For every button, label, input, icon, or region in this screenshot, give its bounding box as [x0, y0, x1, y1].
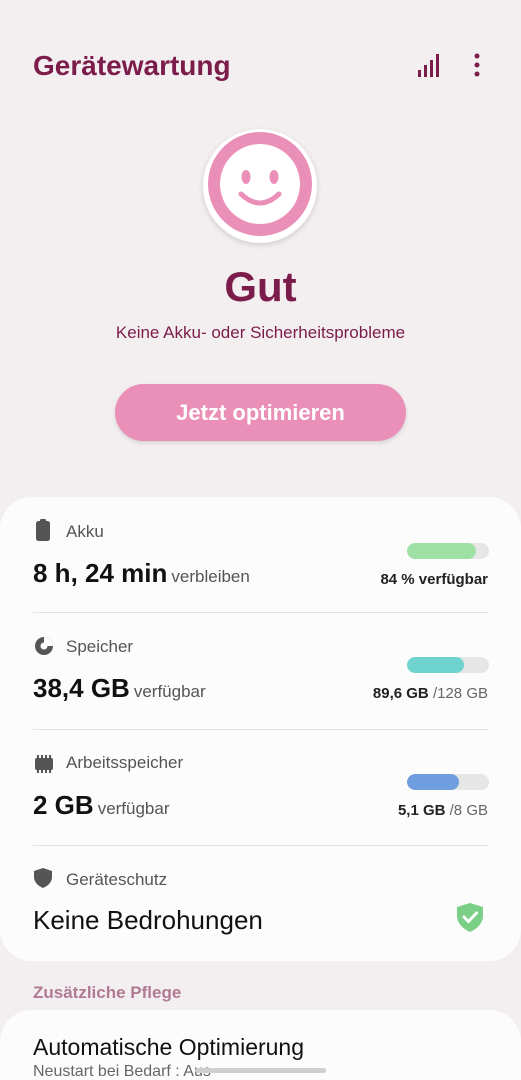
more-vertical-icon[interactable] — [468, 52, 486, 83]
storage-used: 89,6 GB — [372, 685, 429, 702]
storage-value: 38,4 GB — [33, 673, 130, 703]
battery-section[interactable]: Akku 8 h, 24 min verbleiben 84 % verfügba… — [0, 497, 521, 613]
shield-icon — [34, 868, 52, 893]
status-title: Gut — [224, 263, 297, 310]
memory-label: Arbeitsspeicher — [66, 753, 184, 772]
page-title: Gerätewartung — [33, 50, 231, 81]
protection-section[interactable]: Geräteschutz Keine Bedrohungen — [0, 846, 521, 962]
bar-chart-icon[interactable] — [416, 52, 440, 83]
battery-suffix: verbleiben — [171, 567, 250, 586]
status-subtitle: Keine Akku- oder Sicherheitsprobleme — [115, 323, 406, 342]
storage-usage: 89,6 GB /128 GB — [373, 685, 488, 702]
auto-optimization-title: Automatische Optimierung — [33, 1034, 305, 1060]
storage-label: Speicher — [66, 637, 134, 656]
smiley-face-icon — [208, 131, 312, 241]
battery-available-text: 84 % verfügbar — [380, 571, 488, 588]
battery-remaining: 8 h, 24 min verbleiben — [33, 558, 250, 589]
memory-usage: 5,1 GB /8 GB — [398, 802, 488, 819]
memory-suffix: verfügbar — [97, 799, 170, 818]
home-indicator[interactable] — [195, 1068, 326, 1073]
shield-check-icon — [457, 903, 483, 937]
memory-bar — [407, 774, 489, 790]
battery-available: 84 % verfügbar — [380, 571, 488, 588]
battery-icon — [34, 519, 52, 546]
battery-value: 8 h, 24 min — [33, 558, 168, 588]
extra-care-heading: Zusätzliche Pflege — [33, 983, 182, 1002]
memory-chip-icon — [34, 754, 54, 779]
pie-chart-icon — [34, 636, 54, 661]
app-header: Gerätewartung — [0, 0, 521, 130]
memory-section[interactable]: Arbeitsspeicher 2 GB verfügbar 5,1 GB /8 … — [0, 730, 521, 846]
auto-optimization-subtitle: Neustart bei Bedarf : Aus — [33, 1063, 211, 1080]
storage-available: 38,4 GB verfügbar — [33, 673, 206, 704]
optimize-now-button[interactable]: Jetzt optimieren — [115, 384, 406, 441]
storage-bar-fill — [407, 657, 465, 673]
memory-value: 2 GB — [33, 790, 94, 820]
storage-bar — [407, 657, 489, 673]
protection-status: Keine Bedrohungen — [33, 905, 263, 935]
storage-suffix: verfügbar — [133, 682, 206, 701]
battery-bar — [407, 543, 489, 559]
storage-total: /128 GB — [432, 685, 488, 702]
status-indicator — [203, 129, 317, 243]
memory-bar-fill — [407, 774, 460, 790]
status-card: Akku 8 h, 24 min verbleiben 84 % verfügba… — [0, 497, 521, 961]
battery-bar-fill — [407, 543, 476, 559]
storage-section[interactable]: Speicher 38,4 GB verfügbar 89,6 GB /128 G… — [0, 613, 521, 729]
memory-available: 2 GB verfügbar — [33, 790, 170, 821]
battery-label: Akku — [66, 522, 104, 541]
memory-used: 5,1 GB — [397, 802, 446, 819]
protection-label: Geräteschutz — [66, 870, 168, 889]
memory-total: /8 GB — [449, 802, 488, 819]
